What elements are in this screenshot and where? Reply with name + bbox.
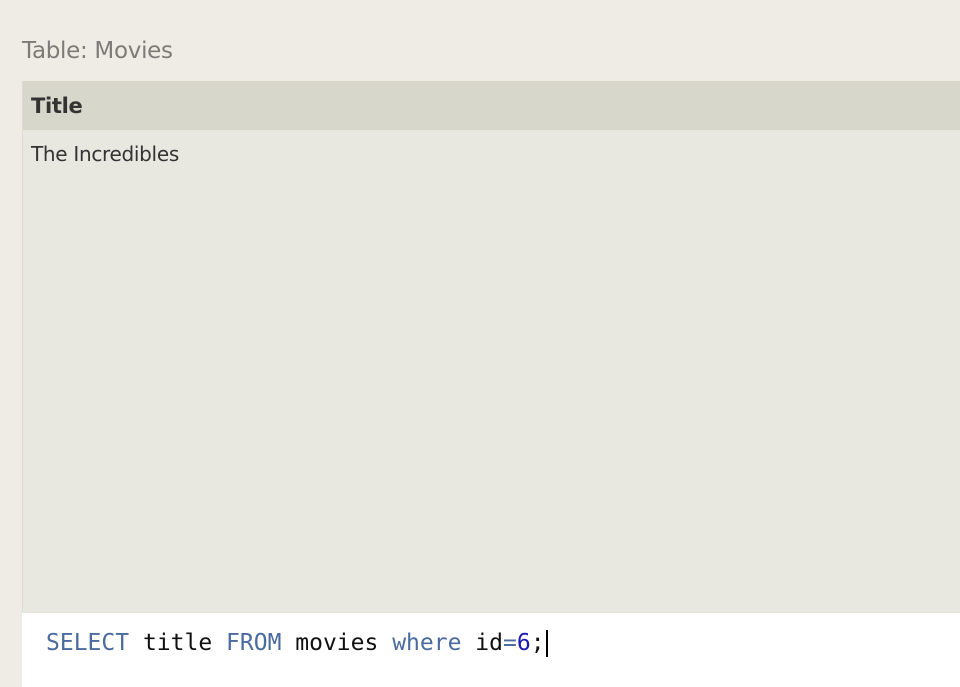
table-cell-title: The Incredibles: [31, 142, 179, 166]
sql-keyword-select: SELECT: [46, 630, 130, 656]
sql-table: movies: [281, 630, 393, 656]
sql-keyword-where: where: [392, 630, 462, 656]
sql-keyword-from: FROM: [226, 630, 282, 656]
sql-column: title: [129, 630, 227, 656]
table-row: The Incredibles: [23, 130, 960, 178]
sql-operator: =: [503, 630, 517, 656]
column-header-title: Title: [31, 93, 83, 118]
sql-field: id: [461, 630, 503, 656]
sql-query-input[interactable]: SELECT title FROM movies where id = 6;: [22, 612, 960, 687]
sql-terminator: ;: [530, 630, 545, 656]
sql-value: 6: [516, 630, 531, 656]
results-table: Title The Incredibles: [22, 81, 960, 612]
table-header-row: Title: [23, 81, 960, 130]
text-cursor: [545, 629, 548, 657]
table-title: Table: Movies: [22, 38, 173, 64]
